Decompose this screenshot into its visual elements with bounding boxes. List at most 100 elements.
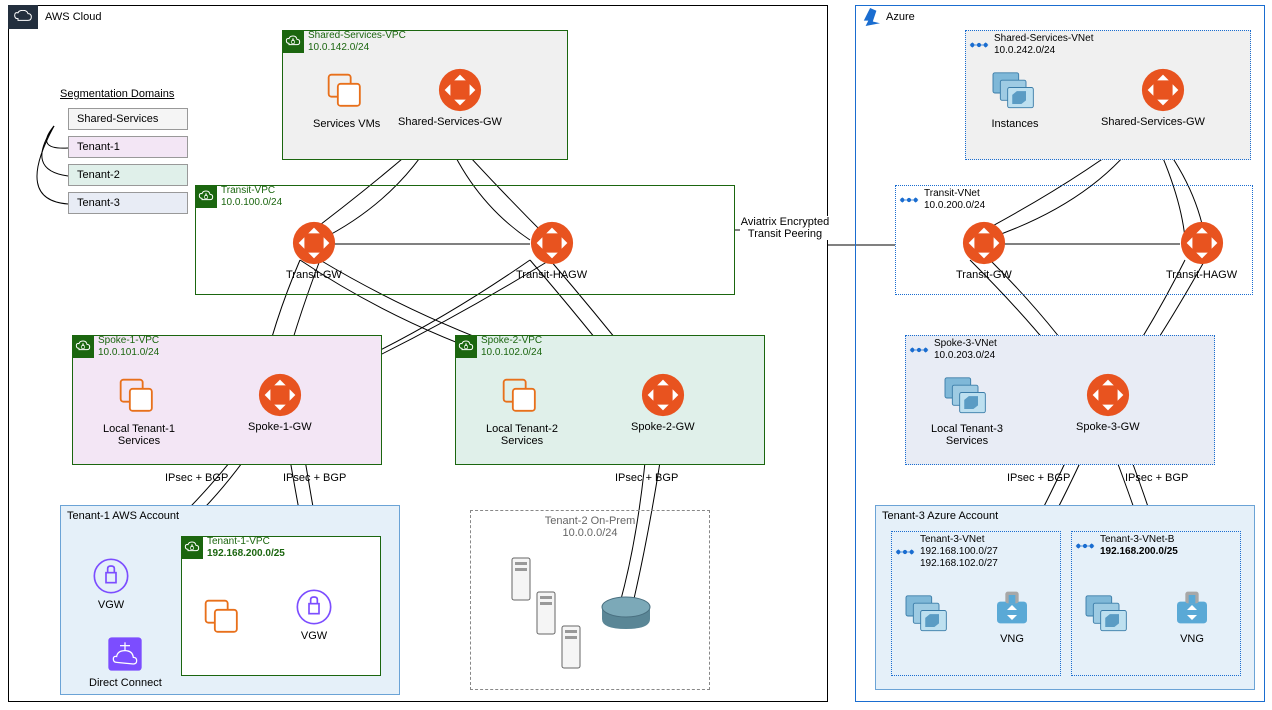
router-icon [601, 595, 651, 634]
tenant3a-vms-icon [904, 594, 952, 641]
ipsec-label-1: IPsec + BGP [165, 472, 228, 484]
azure-shared-vnet-cidr: 10.0.242.0/24 [994, 45, 1093, 57]
vgw2: VGW [294, 587, 334, 642]
tenant3b-vms-icon [1084, 594, 1132, 641]
vpc-icon [72, 336, 94, 358]
spoke1-svc-icon: Local Tenant-1 Services [103, 376, 175, 447]
server3-icon [561, 625, 581, 672]
aws-spoke1-vpc: Spoke-1-VPC 10.0.101.0/24 Local Tenant-1… [72, 335, 382, 465]
aws-shared-gw: Shared-Services-GW [418, 67, 502, 128]
azure-spoke3-cidr: 10.0.203.0/24 [934, 350, 997, 362]
spoke2-svc-icon: Local Tenant-2 Services [486, 376, 558, 447]
vnet-icon [898, 189, 920, 211]
azure-transit-gw-label: Transit-GW [956, 269, 1012, 281]
legend-shared: Shared-Services [68, 108, 188, 130]
legend-title: Segmentation Domains [60, 88, 174, 100]
direct-connect: Direct Connect [89, 634, 162, 689]
aws-spoke1-cidr: 10.0.101.0/24 [98, 347, 159, 359]
tenant3-vnet-a: Tenant-3-VNet 192.168.100.0/27 192.168.1… [891, 531, 1061, 676]
azure-instances-icon: Instances [991, 71, 1039, 130]
services-vms-label: Services VMs [313, 118, 380, 130]
tenant1-vpc-name: Tenant-1-VPC [207, 536, 285, 548]
peering-label: Aviatrix Encrypted Transit Peering [740, 216, 830, 240]
tenant3-vnet-a-cidr1: 192.168.100.0/27 [920, 546, 998, 558]
aws-shared-vpc-name: Shared-Services-VPC [308, 30, 406, 42]
legend-tenant2: Tenant-2 [68, 164, 188, 186]
vnet-icon [1074, 535, 1096, 557]
vnet-icon [908, 339, 930, 361]
aws-icon [8, 5, 38, 29]
vnet-icon [894, 541, 916, 563]
aws-transit-vpc: Transit-VPC 10.0.100.0/24 Transit-GW Tra… [195, 185, 735, 295]
aws-shared-vpc: Shared-Services-VPC 10.0.142.0/24 Servic… [282, 30, 568, 160]
spoke2-svc-label: Local Tenant-2 Services [486, 423, 558, 447]
tenant1-vpc: Tenant-1-VPC 192.168.200.0/25 VGW [181, 536, 381, 676]
azure-transit-vnet: Transit-VNet 10.0.200.0/24 Transit-GW Tr… [895, 185, 1253, 295]
spoke2-gw-label: Spoke-2-GW [631, 421, 695, 433]
vpc-icon [455, 336, 477, 358]
tenant3-vnet-b: Tenant-3-VNet-B 192.168.200.0/25 VNG [1071, 531, 1241, 676]
tenant2-onprem: Tenant-2 On-Prem 10.0.0.0/24 [470, 510, 710, 690]
aws-spoke1-name: Spoke-1-VPC [98, 335, 159, 347]
tenant2-onprem-cidr: 10.0.0.0/24 [471, 527, 709, 539]
aws-shared-vpc-cidr: 10.0.142.0/24 [308, 42, 406, 54]
azure-shared-vnet: Shared-Services-VNet 10.0.242.0/24 Insta… [965, 30, 1251, 160]
azure-shared-vnet-name: Shared-Services-VNet [994, 33, 1093, 45]
azure-transit-vnet-name: Transit-VNet [924, 188, 985, 200]
ipsec-label-az2: IPsec + BGP [1125, 472, 1188, 484]
ipsec-label-3: IPsec + BGP [615, 472, 678, 484]
spoke1-svc-label: Local Tenant-1 Services [103, 423, 175, 447]
spoke3-gw: Spoke-3-GW [1076, 372, 1140, 433]
azure-icon [860, 8, 882, 29]
azure-label: Azure [886, 11, 915, 23]
azure-transit-hagw-label: Transit-HAGW [1166, 269, 1237, 281]
tenant2-onprem-name: Tenant-2 On-Prem [471, 515, 709, 527]
aws-transit-gw: Transit-GW [286, 220, 342, 281]
legend-tenant3: Tenant-3 [68, 192, 188, 214]
vgw2-label: VGW [294, 630, 334, 642]
tenant3-vnet-b-cidr: 192.168.200.0/25 [1100, 546, 1178, 558]
vng-b-label: VNG [1172, 633, 1212, 645]
spoke3-svc-label: Local Tenant-3 Services [931, 423, 1003, 447]
tenant1-account-label: Tenant-1 AWS Account [67, 510, 179, 522]
ipsec-label-2: IPsec + BGP [283, 472, 346, 484]
vpc-icon [195, 186, 217, 208]
dc-label: Direct Connect [89, 677, 162, 689]
vpc-icon [282, 31, 304, 53]
vpc-icon [181, 537, 203, 559]
aws-transit-hagw-label: Transit-HAGW [516, 269, 587, 281]
aws-cloud-label: AWS Cloud [45, 11, 101, 23]
tenant3-vnet-a-name: Tenant-3-VNet [920, 534, 998, 546]
vng-a-label: VNG [992, 633, 1032, 645]
azure-transit-gw: Transit-GW [956, 220, 1012, 281]
legend-tenant1: Tenant-1 [68, 136, 188, 158]
vgw1: VGW [91, 556, 131, 611]
aws-transit-vpc-name: Transit-VPC [221, 185, 282, 197]
tenant3-account: Tenant-3 Azure Account Tenant-3-VNet 192… [875, 505, 1255, 690]
aws-shared-gw-label: Shared-Services-GW [398, 116, 502, 128]
azure-transit-hagw: Transit-HAGW [1166, 220, 1237, 281]
services-vms-icon: Services VMs [313, 71, 380, 130]
tenant3-vnet-b-name: Tenant-3-VNet-B [1100, 534, 1178, 546]
spoke3-svc-icon: Local Tenant-3 Services [931, 376, 1003, 447]
server2-icon [536, 591, 556, 638]
aws-transit-vpc-cidr: 10.0.100.0/24 [221, 197, 282, 209]
spoke1-gw: Spoke-1-GW [248, 372, 312, 433]
azure-shared-gw: Shared-Services-GW [1121, 67, 1205, 128]
server1-icon [511, 557, 531, 604]
azure-spoke3-vnet: Spoke-3-VNet 10.0.203.0/24 Local Tenant-… [905, 335, 1215, 465]
vnet-icon [968, 34, 990, 56]
azure-transit-vnet-cidr: 10.0.200.0/24 [924, 200, 985, 212]
tenant1-account: Tenant-1 AWS Account VGW Direct Connect … [60, 505, 400, 695]
vng-a: VNG [992, 590, 1032, 645]
spoke1-gw-label: Spoke-1-GW [248, 421, 312, 433]
tenant1-vms-icon [202, 597, 246, 644]
azure-shared-gw-label: Shared-Services-GW [1101, 116, 1205, 128]
tenant1-vpc-cidr: 192.168.200.0/25 [207, 548, 285, 560]
spoke3-gw-label: Spoke-3-GW [1076, 421, 1140, 433]
azure-spoke3-name: Spoke-3-VNet [934, 338, 997, 350]
aws-transit-hagw: Transit-HAGW [516, 220, 587, 281]
aws-spoke2-cidr: 10.0.102.0/24 [481, 347, 542, 359]
aws-spoke2-vpc: Spoke-2-VPC 10.0.102.0/24 Local Tenant-2… [455, 335, 765, 465]
aws-transit-gw-label: Transit-GW [286, 269, 342, 281]
